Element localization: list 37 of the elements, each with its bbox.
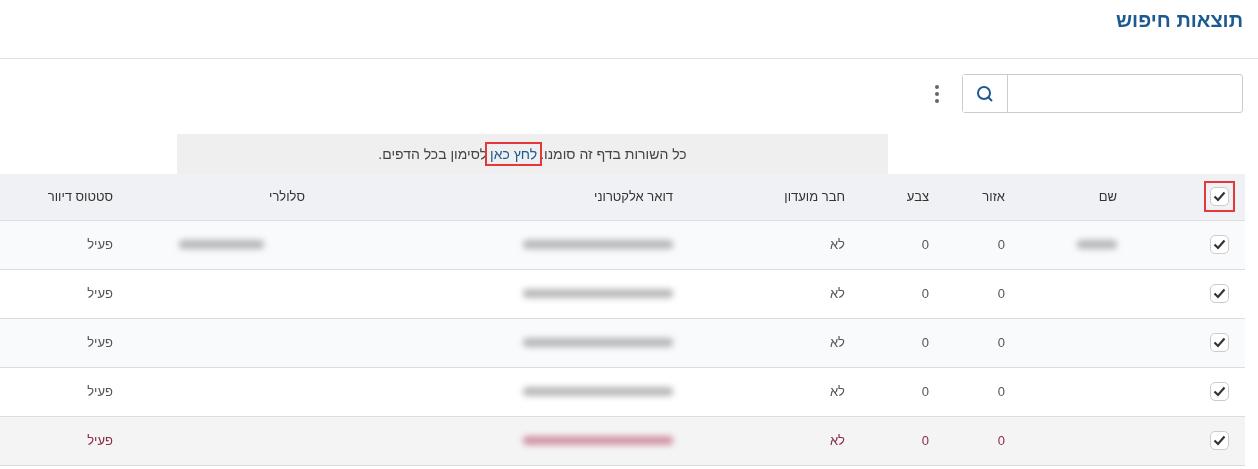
status-cell: פעיל bbox=[87, 236, 113, 252]
table-cell: 0 bbox=[997, 432, 1005, 448]
checkbox[interactable] bbox=[1210, 431, 1229, 450]
column-header[interactable]: צבע bbox=[906, 189, 929, 204]
table-cell: לא bbox=[829, 383, 845, 399]
table-cell: 0 bbox=[921, 236, 929, 252]
checkbox[interactable] bbox=[1210, 333, 1229, 352]
table-cell: 0 bbox=[997, 334, 1005, 350]
status-cell: פעיל bbox=[87, 383, 113, 399]
select-all-pages-link[interactable]: לחץ כאן bbox=[487, 143, 541, 164]
status-cell: פעיל bbox=[87, 285, 113, 301]
table-cell: לא bbox=[829, 334, 845, 350]
table-cell: לא bbox=[829, 285, 845, 301]
table-cell: 0 bbox=[997, 236, 1005, 252]
status-cell: פעיל bbox=[87, 432, 113, 448]
table-cell: 0 bbox=[921, 285, 929, 301]
search-button[interactable] bbox=[963, 75, 1008, 112]
column-header[interactable]: דואר אלקטרוני bbox=[594, 189, 673, 204]
table-cell: 0 bbox=[997, 383, 1005, 399]
table-cell: 0 bbox=[921, 334, 929, 350]
search-icon bbox=[976, 84, 994, 103]
table-cell: 0 bbox=[921, 383, 929, 399]
checkbox[interactable] bbox=[1210, 235, 1229, 254]
checkbox[interactable] bbox=[1210, 382, 1229, 401]
table-cell: 0 bbox=[921, 432, 929, 448]
table-cell: לא bbox=[829, 432, 845, 448]
table-cell: 0 bbox=[997, 285, 1005, 301]
column-header[interactable]: סטטוס דיוור bbox=[47, 189, 113, 204]
column-header[interactable]: אזור bbox=[982, 189, 1005, 204]
search-field[interactable] bbox=[962, 74, 1243, 113]
table-cell: לא bbox=[829, 236, 845, 252]
column-header[interactable]: חבר מועדון bbox=[784, 189, 845, 204]
column-header[interactable]: סלולרי bbox=[269, 189, 305, 204]
status-cell: פעיל bbox=[87, 334, 113, 350]
checkbox[interactable] bbox=[1210, 284, 1229, 303]
column-header[interactable]: שם bbox=[1098, 189, 1117, 204]
page-title: תוצאות חיפוש bbox=[1115, 8, 1244, 33]
